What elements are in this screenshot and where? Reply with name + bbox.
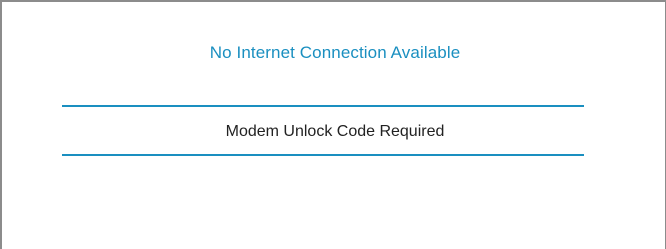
bottom-divider	[62, 154, 584, 156]
status-message: Modem Unlock Code Required	[225, 123, 445, 140]
page-title: No Internet Connection Available	[209, 43, 461, 62]
top-divider	[62, 105, 584, 107]
status-panel: No Internet Connection Available Modem U…	[0, 0, 666, 249]
